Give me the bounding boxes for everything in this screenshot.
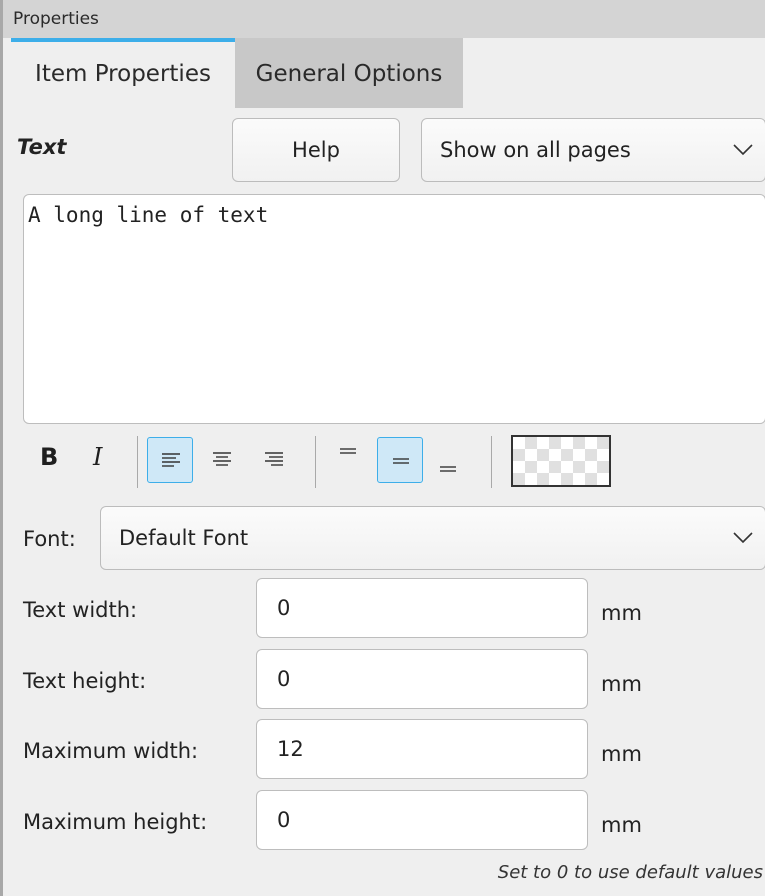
text-height-input[interactable]: 0	[256, 649, 588, 709]
valign-top-button[interactable]	[325, 437, 371, 483]
chevron-down-icon	[733, 144, 753, 156]
tab-general-options[interactable]: General Options	[235, 38, 463, 108]
bold-icon: B	[40, 443, 59, 471]
text-width-label: Text width:	[23, 598, 138, 622]
text-format-toolbar: B I	[23, 432, 765, 494]
bold-button[interactable]: B	[33, 437, 79, 483]
toolbar-separator	[137, 436, 138, 488]
text-width-unit: mm	[601, 601, 642, 625]
toolbar-separator	[315, 436, 316, 488]
valign-bottom-icon	[440, 466, 456, 472]
text-section-label: Text	[17, 135, 67, 159]
chevron-down-icon	[733, 532, 753, 544]
align-left-button[interactable]	[147, 437, 193, 483]
color-swatch[interactable]	[511, 435, 611, 487]
help-button[interactable]: Help	[232, 118, 400, 182]
maximum-height-label: Maximum height:	[23, 810, 208, 834]
font-label: Font:	[23, 527, 76, 551]
align-center-button[interactable]	[199, 437, 245, 483]
italic-icon: I	[93, 443, 103, 471]
italic-button[interactable]: I	[79, 437, 125, 483]
text-height-label: Text height:	[23, 669, 147, 693]
tab-bar: Item Properties General Options	[3, 38, 765, 108]
text-height-unit: mm	[601, 672, 642, 696]
align-right-button[interactable]	[251, 437, 297, 483]
font-select[interactable]: Default Font	[100, 506, 765, 570]
align-right-icon	[265, 452, 283, 466]
maximum-width-input[interactable]: 12	[256, 719, 588, 779]
maximum-height-input[interactable]: 0	[256, 790, 588, 850]
align-left-icon	[162, 453, 180, 467]
maximum-width-unit: mm	[601, 742, 642, 766]
valign-top-icon	[340, 448, 356, 454]
text-content-editor[interactable]: A long line of text	[23, 194, 765, 424]
maximum-height-unit: mm	[601, 813, 642, 837]
pages-select-value: Show on all pages	[440, 138, 631, 162]
maximum-width-label: Maximum width:	[23, 739, 199, 763]
align-center-icon	[213, 452, 231, 466]
pages-select[interactable]: Show on all pages	[421, 118, 765, 182]
text-width-input[interactable]: 0	[256, 578, 588, 638]
properties-panel: Properties Item Properties General Optio…	[0, 0, 765, 896]
font-select-value: Default Font	[119, 526, 249, 550]
default-values-hint: Set to 0 to use default values	[497, 862, 763, 883]
toolbar-separator	[491, 436, 492, 488]
valign-bottom-button[interactable]	[425, 437, 471, 483]
valign-middle-button[interactable]	[377, 437, 423, 483]
panel-title: Properties	[3, 0, 765, 38]
valign-middle-icon	[393, 458, 409, 464]
tab-item-properties[interactable]: Item Properties	[11, 38, 235, 108]
